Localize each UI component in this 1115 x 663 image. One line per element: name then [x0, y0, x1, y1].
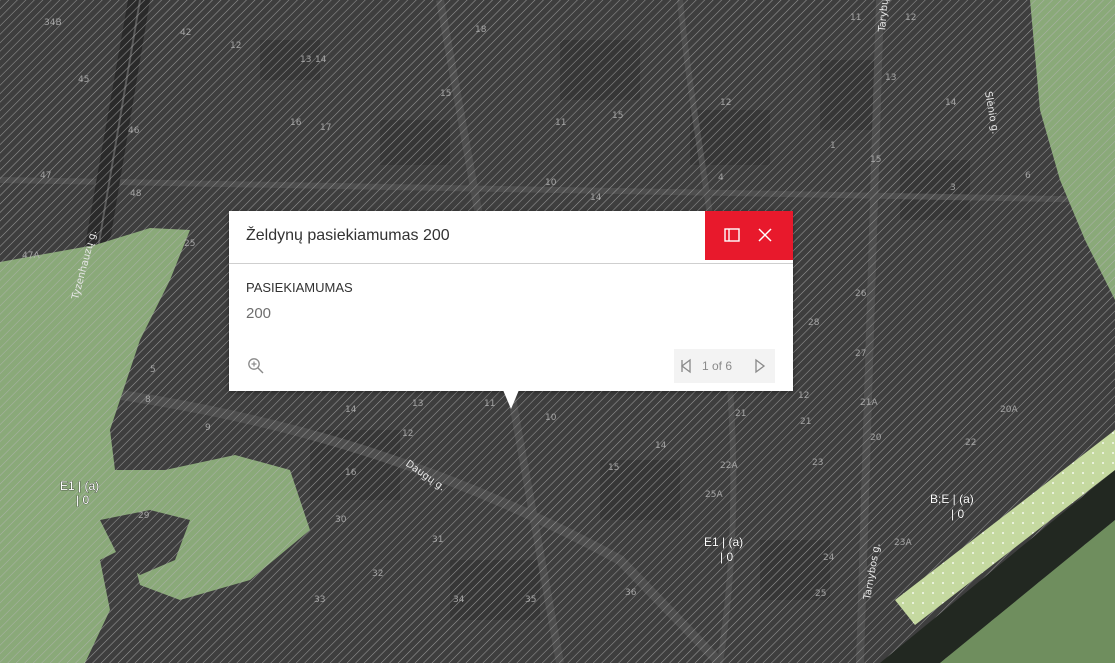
house-number: 34: [453, 595, 465, 605]
field-label: PASIEKIAMUMAS: [246, 280, 353, 295]
house-number: 27: [855, 349, 866, 359]
house-number: 8: [145, 395, 151, 405]
house-number: 22: [965, 438, 976, 448]
house-number: 47: [40, 171, 51, 181]
house-number: 28: [808, 318, 820, 328]
house-number: 32: [372, 569, 383, 579]
house-number: 10: [545, 413, 557, 423]
next-feature-button[interactable]: [753, 358, 767, 374]
zoning-label-line: | 0: [951, 507, 964, 521]
house-number: 6: [1025, 171, 1031, 181]
zoning-label-line: | 0: [76, 493, 89, 507]
house-number: 15: [608, 463, 619, 473]
house-number: 12: [402, 429, 413, 439]
feature-pager: 1 of 6: [674, 349, 775, 383]
house-number: 3: [950, 183, 956, 193]
zoom-to-button[interactable]: [247, 357, 265, 375]
close-button[interactable]: [755, 225, 775, 245]
house-number: 36: [625, 588, 637, 598]
house-number: 33: [314, 595, 325, 605]
previous-feature-button[interactable]: [679, 358, 693, 374]
house-number: 12: [720, 98, 731, 108]
house-number: 25: [184, 239, 195, 249]
previous-icon: [680, 358, 691, 374]
house-number: 1: [830, 141, 836, 151]
house-number: 11: [850, 13, 861, 23]
house-number: 25: [815, 589, 826, 599]
house-number: 11: [555, 118, 566, 128]
house-number: 20A: [1000, 405, 1018, 415]
zoom-in-icon: [248, 358, 264, 374]
house-number: 5: [150, 365, 156, 375]
dock-button[interactable]: [722, 225, 742, 245]
house-number: 29: [138, 511, 150, 521]
house-number: 21A: [860, 398, 878, 408]
house-number: 15: [612, 111, 623, 121]
house-number: 12: [798, 391, 809, 401]
popup-pointer: [503, 390, 519, 409]
house-number: 13: [885, 73, 896, 83]
house-number: 13: [412, 399, 423, 409]
popup-title: Želdynų pasiekiamumas 200: [246, 227, 450, 244]
house-number: 13: [300, 55, 311, 65]
close-icon: [758, 228, 772, 242]
house-number: 16: [345, 468, 357, 478]
dock-icon: [724, 228, 740, 242]
house-number: 45: [78, 75, 89, 85]
house-number: 21: [800, 417, 811, 427]
house-number: 26: [855, 289, 867, 299]
house-number: 15: [440, 89, 451, 99]
pager-count: 1 of 6: [702, 359, 733, 373]
house-number: 20: [870, 433, 882, 443]
house-number: 35: [525, 595, 536, 605]
house-number: 48: [130, 189, 142, 199]
house-number: 21: [735, 409, 746, 419]
house-number: 25A: [705, 490, 723, 500]
house-number: 34B: [44, 18, 62, 28]
house-number: 30: [335, 515, 347, 525]
house-number: 17: [320, 123, 331, 133]
house-number: 23: [812, 458, 823, 468]
house-number: 12: [230, 41, 241, 51]
house-number: 18: [475, 25, 487, 35]
house-number: 14: [655, 441, 667, 451]
house-number: 24: [823, 553, 835, 563]
house-number: 10: [545, 178, 557, 188]
house-number: 42: [180, 28, 191, 38]
house-number: 47A: [22, 251, 40, 261]
house-number: 23A: [894, 538, 912, 548]
zoning-label-line: | 0: [720, 550, 733, 564]
house-number: 9: [205, 423, 211, 433]
house-number: 14: [315, 55, 327, 65]
house-number: 12: [905, 13, 916, 23]
house-number: 15: [870, 155, 881, 165]
house-number: 14: [945, 98, 957, 108]
feature-popup: Želdynų pasiekiamumas 200 PASIEKIAMUMAS …: [229, 211, 793, 409]
popup-header: Želdynų pasiekiamumas 200: [229, 211, 793, 264]
house-number: 31: [432, 535, 443, 545]
house-number: 46: [128, 126, 140, 136]
zoning-label-line: E1 | (a): [704, 535, 743, 549]
zoning-label-line: B;E | (a): [930, 492, 974, 506]
house-number: 14: [345, 405, 357, 415]
house-number: 16: [290, 118, 302, 128]
house-number: 22A: [720, 461, 738, 471]
house-number: 4: [718, 173, 724, 183]
field-value: 200: [246, 305, 272, 322]
next-icon: [755, 358, 766, 374]
house-number: 11: [484, 399, 495, 409]
popup-header-actions: [705, 211, 793, 260]
house-number: 14: [590, 193, 602, 203]
zoning-label-line: E1 | (a): [60, 479, 99, 493]
